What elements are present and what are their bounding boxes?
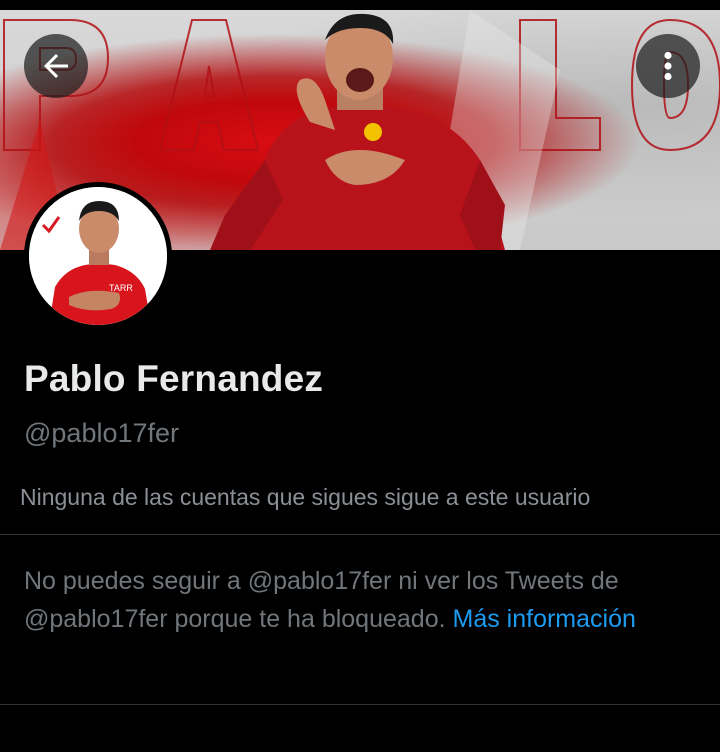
avatar-image: TARR [29, 187, 167, 325]
avatar-frame[interactable]: TARR [24, 182, 172, 330]
banner-player-image [210, 13, 505, 250]
followers-you-know-note: Ninguna de las cuentas que sigues sigue … [20, 484, 591, 510]
divider [0, 534, 720, 535]
more-info-link[interactable]: Más información [453, 605, 636, 633]
more-options-button[interactable] [636, 34, 700, 98]
divider [0, 704, 720, 705]
avatar: TARR [29, 187, 167, 325]
back-button[interactable] [24, 34, 88, 98]
profile-handle: @pablo17fer [24, 418, 180, 448]
arrow-left-icon [44, 54, 68, 78]
vertical-ellipsis-icon [664, 51, 672, 81]
status-strip [0, 0, 720, 10]
profile-name: Pablo Fernandez [24, 358, 324, 399]
svg-text:TARR: TARR [109, 283, 133, 293]
blocked-notice: No puedes seguir a @pablo17fer ni ver lo… [24, 562, 664, 638]
